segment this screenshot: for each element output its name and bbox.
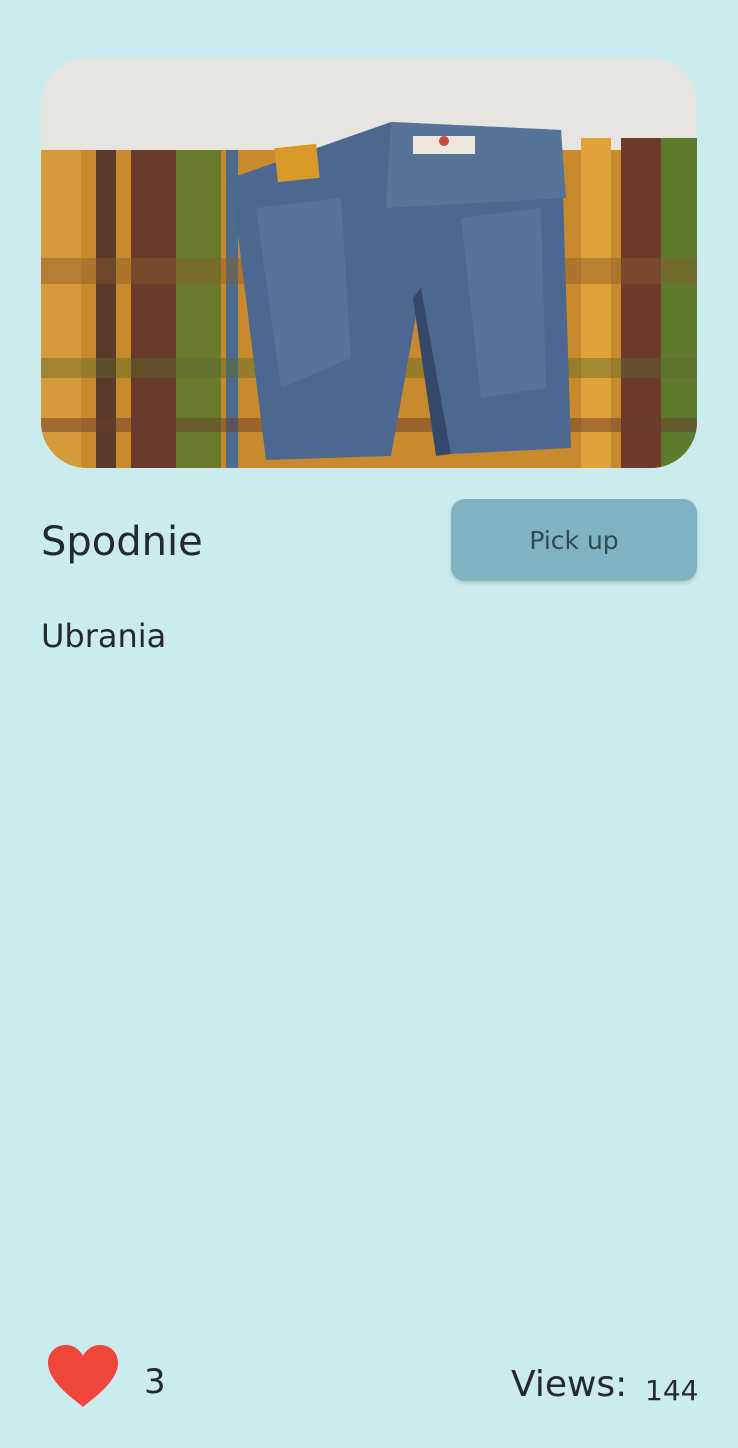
views-count: 144 [645,1374,699,1407]
item-photo-image [41,58,697,468]
item-photo [41,58,697,468]
item-title: Spodnie [41,519,203,565]
pick-up-button[interactable]: Pick up [451,499,697,581]
item-category: Ubrania [41,617,167,655]
views-label: Views: [511,1364,628,1405]
likes-count: 3 [144,1362,166,1402]
heart-icon[interactable] [44,1343,122,1409]
